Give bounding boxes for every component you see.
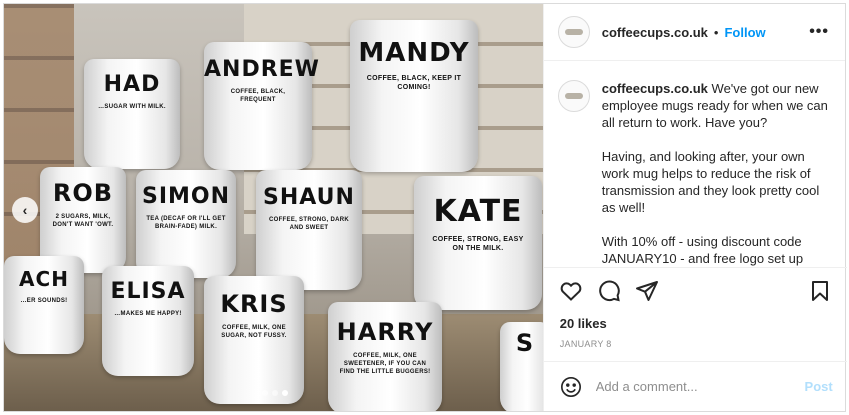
mug-name: S — [515, 329, 535, 357]
mug-text: COFFEE, MILK, ONE SWEETENER, IF YOU CAN … — [339, 352, 431, 375]
share-icon[interactable] — [634, 278, 660, 304]
instagram-post: HAD …SUGAR WITH MILK. ANDREW COFFEE, BLA… — [3, 3, 847, 412]
mug: SHAUN COFFEE, STRONG, DARK AND SWEET — [256, 170, 388, 290]
mug-text: …SUGAR WITH MILK. — [98, 104, 166, 111]
mug-name: ROB — [52, 179, 114, 208]
comment-icon[interactable] — [596, 278, 622, 304]
account-avatar[interactable] — [557, 16, 590, 48]
mug: ELISA …MAKES ME HAPPY! — [102, 266, 220, 376]
mug: SIMON TEA (DECAF OR I'LL GET BRAIN-FADE)… — [136, 170, 262, 278]
post-date[interactable]: JANUARY 8 — [544, 331, 847, 349]
post-actions-section: 20 likes JANUARY 8 — [543, 267, 847, 349]
caption-paragraph: With 10% off - using discount code JANUA… — [601, 234, 804, 266]
mug-name: ELISA — [110, 278, 186, 304]
mug-text: COFFEE, BLACK, FREQUENT — [230, 89, 286, 104]
action-bar — [544, 268, 847, 314]
mug-text: TEA (DECAF OR I'LL GET BRAIN-FADE) MILK. — [146, 216, 226, 230]
more-options-icon[interactable]: ••• — [809, 23, 829, 41]
carousel-indicator — [262, 390, 288, 396]
heart-icon[interactable] — [558, 278, 584, 304]
post-side-panel: coffeecups.co.uk • Follow ••• coffeecups… — [542, 4, 847, 411]
comment-input[interactable] — [595, 379, 805, 394]
mug-name: KRIS — [220, 290, 288, 318]
mug-name: SIMON — [141, 184, 231, 209]
mug-text: …ER SOUNDS! — [20, 298, 68, 305]
mug-name: MANDY — [358, 37, 470, 68]
carousel-dot — [262, 390, 268, 396]
mug-name: HAD — [103, 72, 161, 98]
mug: HARRY COFFEE, MILK, ONE SWEETENER, IF YO… — [328, 302, 468, 411]
mug-name: KATE — [433, 193, 523, 229]
mug: KRIS COFFEE, MILK, ONE SUGAR, NOT FUSSY. — [204, 276, 330, 404]
mug-name: ANDREW — [204, 57, 320, 83]
bookmark-icon[interactable] — [807, 278, 833, 304]
logo-icon — [564, 29, 583, 35]
mug-name: HARRY — [336, 317, 434, 346]
emoji-icon[interactable] — [558, 374, 584, 400]
previous-photo-button[interactable]: ‹ — [12, 197, 38, 223]
mug: MANDY COFFEE, BLACK, KEEP IT COMING! — [350, 20, 512, 172]
mug-text: 2 SUGARS, MILK, DON'T WANT 'OWT. — [52, 214, 114, 229]
mug: ANDREW COFFEE, BLACK, FREQUENT — [204, 42, 338, 170]
mug: KATE COFFEE, STRONG, EASY ON THE MILK. — [414, 176, 543, 310]
mug-name: SHAUN — [263, 184, 355, 210]
post-comment-button[interactable]: Post — [805, 379, 833, 394]
carousel-dot — [272, 390, 278, 396]
mug-text: COFFEE, STRONG, DARK AND SWEET — [268, 216, 349, 231]
post-photo[interactable]: HAD …SUGAR WITH MILK. ANDREW COFFEE, BLA… — [4, 4, 543, 411]
separator-dot: • — [713, 24, 719, 40]
mug: ACH …ER SOUNDS! — [4, 256, 110, 354]
follow-button[interactable]: Follow — [724, 25, 765, 40]
post-caption: coffeecups.co.uk We've got our new emplo… — [602, 80, 832, 267]
caption-avatar[interactable] — [557, 80, 590, 112]
mug: HAD …SUGAR WITH MILK. — [84, 59, 206, 169]
mug-text: COFFEE, MILK, ONE SUGAR, NOT FUSSY. — [221, 325, 287, 339]
account-username[interactable]: coffeecups.co.uk — [602, 25, 708, 40]
carousel-dot — [282, 390, 288, 396]
like-count[interactable]: 20 likes — [544, 314, 847, 331]
caption-section: coffeecups.co.uk We've got our new emplo… — [544, 62, 847, 267]
caption-paragraph: Having, and looking after, your own work… — [601, 149, 820, 215]
mug-text: COFFEE, STRONG, EASY ON THE MILK. — [432, 235, 524, 252]
mug-text: COFFEE, BLACK, KEEP IT COMING! — [366, 74, 462, 91]
mug: S — [500, 322, 543, 411]
mug-name: ACH — [19, 267, 69, 292]
post-header: coffeecups.co.uk • Follow ••• — [543, 4, 845, 61]
logo-icon — [564, 93, 583, 99]
comment-bar: Post — [543, 361, 847, 411]
mug-text: …MAKES ME HAPPY! — [114, 310, 182, 317]
caption-username[interactable]: coffeecups.co.uk — [602, 81, 708, 96]
